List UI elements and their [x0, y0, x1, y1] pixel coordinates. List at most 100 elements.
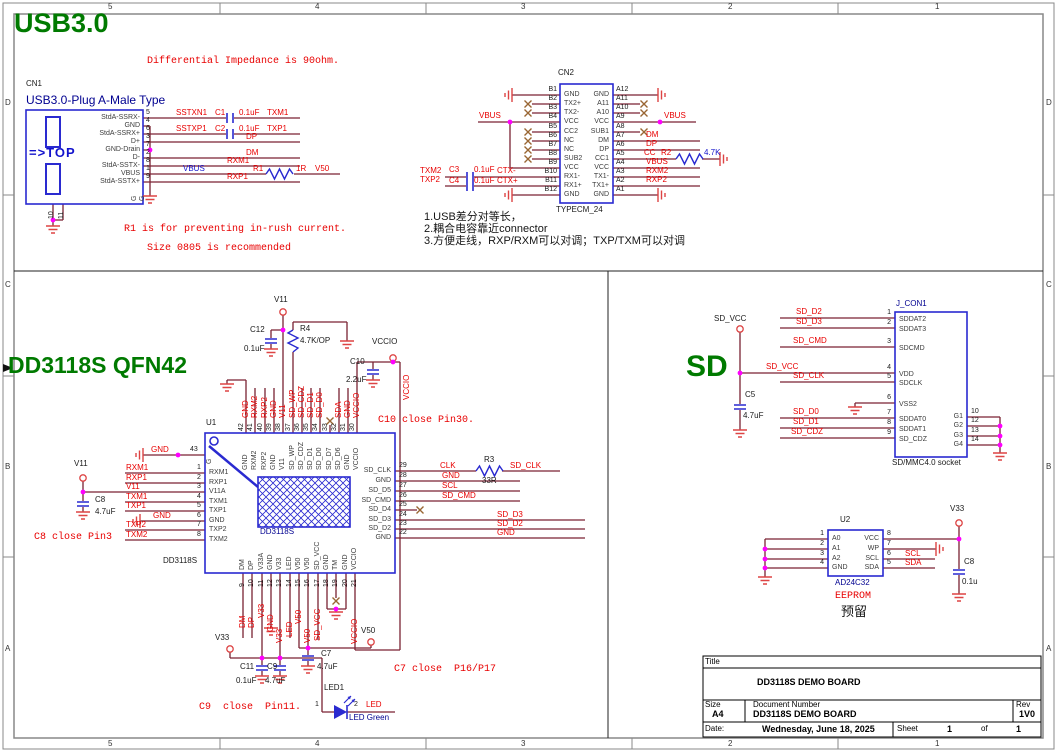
frame-row-B: B: [5, 463, 10, 471]
net-label-cn2: 0.1uF: [474, 166, 494, 174]
pin-number-u1: 34: [312, 423, 319, 431]
pin-number-u2: 8: [887, 530, 891, 537]
v50-port-icon: [368, 639, 374, 645]
usb-key-icon: [46, 117, 60, 147]
pin-name-cn2: SUB2: [564, 155, 582, 162]
pin-name-u1: DP: [248, 560, 255, 570]
net-label-u1: SDA: [335, 402, 343, 418]
net-label-u1: SD_CLK: [510, 462, 541, 470]
net-label-u1: VCCIO: [353, 393, 361, 418]
pin-number-cn1: 7: [146, 141, 150, 148]
pin-number-u2: 6: [887, 550, 891, 557]
pin-number-u2: 3: [820, 550, 824, 557]
v11-port-icon: [280, 309, 286, 315]
net-label-u1: GND: [270, 400, 278, 418]
pin-name-sd: SDCLK: [899, 380, 922, 387]
pin-number-u1: 31: [340, 423, 347, 431]
net-label-cn1: RXP1: [227, 173, 248, 181]
refdes-or-value-u1: C8: [95, 496, 105, 504]
frame-col-3: 3: [521, 740, 525, 748]
sdvcc-port-icon: [737, 326, 743, 332]
pin-name-cn1: StdA-SSRX+: [99, 130, 140, 137]
pin-name-u1: LED: [286, 556, 293, 570]
net-label-sd: SD_D1: [793, 418, 819, 426]
net-label-sd: SD_D0: [793, 408, 819, 416]
pin-name-u1: GND: [242, 454, 249, 470]
u2-part: AD24C32: [835, 579, 870, 587]
cn1-type: USB3.0-Plug A-Male Type: [26, 94, 165, 106]
frame-col-4: 4: [315, 740, 319, 748]
pin-number-cn2: A2: [616, 177, 625, 184]
pin-name-cn2: DP: [599, 146, 609, 153]
pin-number-cn2: B1: [548, 86, 557, 93]
refdes-or-value-sd: C5: [745, 391, 755, 399]
pin-name-u2: A0: [832, 535, 841, 542]
pin-number-u1: 30: [349, 423, 356, 431]
pin-number-u1: 16: [304, 579, 311, 587]
pin-number-cn1: 10: [48, 211, 55, 219]
pin-number-u1: 43: [190, 446, 198, 453]
pin-name-cn2: TX2-: [564, 109, 579, 116]
refdes-or-value-u1: R4: [300, 325, 310, 333]
date-label: Date:: [705, 725, 724, 733]
pin-number-cn1: 8: [146, 157, 150, 164]
pin-name-u1: GND: [344, 454, 351, 470]
pin-number-u1: 8: [197, 531, 201, 538]
pin-name-cn2: NC: [564, 146, 574, 153]
pin-number-cn2: B9: [548, 159, 557, 166]
pin-number-u1: 2: [197, 474, 201, 481]
frame-col-5: 5: [108, 740, 112, 748]
schematic-sheet: USB3.0Differential Impedance is 90ohm.R1…: [0, 0, 1057, 752]
pin-name-cn1: D+: [131, 138, 140, 145]
net-label-cn1: RXM1: [227, 157, 249, 165]
pin-number-cn2: B2: [548, 95, 557, 102]
refdes-or-value-u2: C8: [964, 558, 974, 566]
pin-name-u1: V11A: [209, 488, 226, 495]
pin-name-sd: VSS2: [899, 401, 917, 408]
pin-number-cn2: B4: [548, 113, 557, 120]
net-label-sd: SD_CMD: [793, 337, 827, 345]
net-label-u1: GND: [151, 446, 169, 454]
refdes-or-value-u1: V11: [274, 296, 288, 304]
net-label-cn1: DP: [246, 133, 257, 141]
net-label-u1: V11: [126, 483, 140, 491]
pin-number-u1: 17: [314, 579, 321, 587]
pin-number-sd: 10: [971, 408, 979, 415]
pin-number-cn2: A10: [616, 104, 628, 111]
net-label-u1: TXP1: [126, 502, 146, 510]
pin-name-cn2: VCC: [594, 118, 609, 125]
pin-name-cn2: GND: [564, 91, 580, 98]
pin-name-cn1: VBUS: [121, 170, 140, 177]
pin-name-u1: TXP2: [209, 526, 227, 533]
pin-number-cn2: B10: [545, 168, 557, 175]
jcon1-type: SD/MMC4.0 socket: [892, 459, 961, 467]
pin-number-cn2: A3: [616, 168, 625, 175]
doc-number: DD3118S DEMO BOARD: [753, 710, 857, 719]
pin-name-u2: A1: [832, 545, 841, 552]
pin-number-cn1: 4: [146, 117, 150, 124]
net-label-cn2: DM: [646, 131, 658, 139]
pin-name-cn2: CC1: [595, 155, 609, 162]
pin-name-sd: VDD: [899, 371, 914, 378]
u2-reserved-note: 预留: [841, 605, 867, 618]
net-label-cn2: VBUS: [664, 112, 686, 120]
pin-number-cn2: A1: [616, 186, 625, 193]
pin-number-cn2: B5: [548, 123, 557, 130]
frame-row-C: C: [1046, 281, 1052, 289]
pin-name-u1: TXM1: [209, 498, 228, 505]
pin-name-u1: SD_D3: [368, 516, 391, 523]
v11-port-icon: [80, 475, 86, 481]
pin-name-u2: GND: [832, 564, 848, 571]
net-label-cn2: CTX+: [497, 177, 518, 185]
pin-name-cn1: StdA-SSRX-: [101, 114, 140, 121]
u1-die-label: DD3118S: [260, 528, 294, 536]
pin-name-u1: RXM1: [209, 469, 228, 476]
net-label-u1: GND: [267, 614, 275, 632]
net-label-u1: TXP2: [126, 521, 146, 529]
net-label-u1: TXM2: [126, 531, 147, 539]
refdes-or-value-u1: 4.7uF: [95, 508, 115, 516]
net-label-u1: RXP2: [261, 397, 269, 418]
pin-number-cn2: B7: [548, 141, 557, 148]
net-label-cn2: 0.1uF: [474, 177, 494, 185]
pin-number-u1: 28: [399, 472, 407, 479]
